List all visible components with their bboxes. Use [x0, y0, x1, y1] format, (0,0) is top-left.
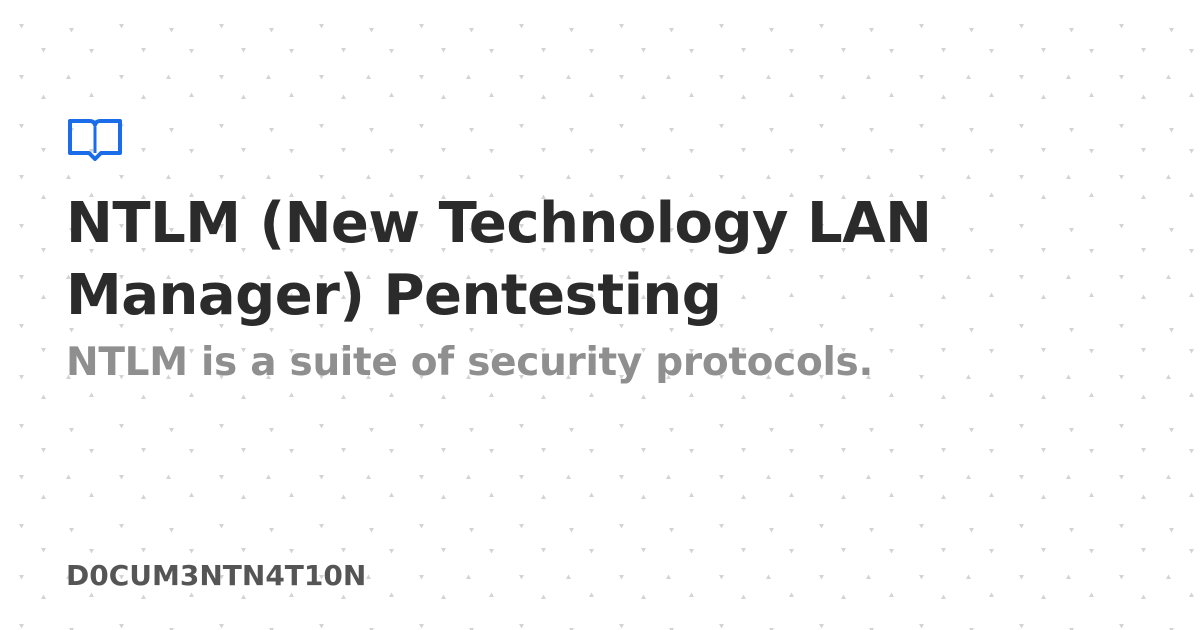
page-title: NTLM (New Technology LAN Manager) Pentes…: [66, 191, 932, 328]
open-book-icon: [68, 119, 122, 161]
page-description: NTLM is a suite of security protocols.: [66, 340, 873, 385]
site-name: D0CUM3NTN4T10N: [66, 559, 367, 592]
